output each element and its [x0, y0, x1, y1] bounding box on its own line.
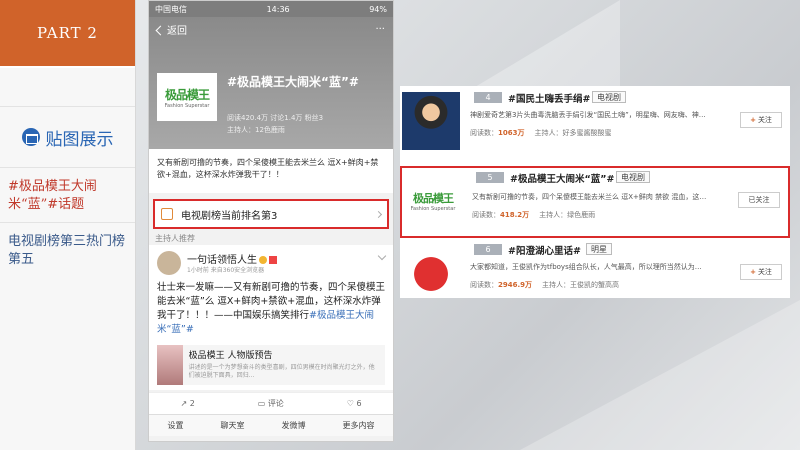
rank-label: 电视剧榜当前排名第3	[181, 210, 278, 222]
topic-meta: 阅读数：1063万 主持人：好多蜜酱酸酸蜜	[470, 129, 612, 137]
verified-icon	[259, 256, 267, 264]
bottom-tabbar: 设置 聊天室 发微博 更多内容	[149, 414, 393, 436]
post-actions: ↗ 2 ▭ 评论 ♡ 6	[149, 392, 393, 414]
category-tag: 明星	[586, 243, 612, 255]
topic-host: 主持人：12色鹿雨	[227, 126, 285, 134]
logo-main: 极品模王	[164, 87, 210, 102]
list-item[interactable]: 6 #阳澄湖心里话# 明星 大家都知道，王俊凯作为tfboys组合队长，人气最高…	[400, 242, 790, 298]
topic-meta: 阅读数：418.2万 主持人：绿色鹿雨	[472, 211, 596, 219]
topic-desc: 又有新剧可撸的节奏，四个呆傻模王能去米兰么 逗X+鲜肉 禁欲 混血，这…	[472, 193, 707, 201]
avatar[interactable]	[157, 251, 181, 275]
chevron-down-icon[interactable]	[377, 251, 387, 261]
video-thumbnail	[157, 345, 183, 385]
plus-icon: +	[750, 268, 756, 276]
repost-button[interactable]: ↗ 2	[180, 399, 194, 408]
rank-icon	[161, 208, 173, 220]
rank-number: 4	[474, 92, 502, 103]
nav-bar: 返回 ···	[149, 17, 393, 41]
plus-icon: +	[750, 116, 756, 124]
status-bar: 中国电信 14:36 94%	[149, 1, 393, 17]
more-button[interactable]: ···	[375, 24, 385, 35]
left-panel: PART 2 贴图展示 #极品模王大闹米“蓝”#话题 电视剧榜第三热门榜第五	[0, 0, 136, 450]
member-icon	[269, 256, 277, 264]
category-tag: 电视剧	[592, 91, 626, 103]
recommend-label: 主持人推荐	[155, 234, 195, 243]
topic-title[interactable]: #国民土嗨丢手绢#	[508, 91, 590, 105]
card-subtitle: 讲述的是一个为梦想奋斗的类型喜剧，四位男模在时尚聚光灯之外，他们被迫脱下面具，回…	[188, 364, 375, 379]
section-header: 贴图展示	[0, 106, 135, 168]
book-icon	[21, 128, 40, 146]
topic-text: #极品模王大闹米“蓝”#话题	[0, 168, 135, 223]
list-item[interactable]: 4 #国民土嗨丢手绢# 电视剧 神剧爱奇艺第3片头曲毒洗脑丢手绢引发“国民土嗨”…	[400, 86, 790, 156]
tab-chatroom[interactable]: 聊天室	[221, 420, 245, 431]
bg-shape	[520, 300, 800, 450]
followed-button[interactable]: 已关注	[738, 192, 780, 208]
part-label: PART 2	[0, 0, 135, 66]
comment-button[interactable]: ▭ 评论	[258, 398, 284, 409]
rank-text: 电视剧榜第三热门榜第五	[8, 234, 126, 267]
tab-post[interactable]: 发微博	[282, 420, 306, 431]
section-title: 贴图展示	[45, 129, 114, 150]
topic-title[interactable]: #阳澄湖心里话#	[508, 243, 581, 257]
topic-thumbnail	[402, 244, 460, 294]
topic-desc: 大家都知道，王俊凯作为tfboys组合队长，人气最高，所以理所当然认为…	[470, 263, 702, 271]
logo-sub: Fashion Superstar	[410, 206, 456, 212]
topic-desc: 神剧爱奇艺第3片头曲毒洗脑丢手绢引发“国民土嗨”，明星嗨、网友嗨、神…	[470, 111, 706, 119]
topic-header: 返回 ··· 极品模王 Fashion Superstar #极品模王大闹米“蓝…	[149, 17, 393, 149]
tab-more[interactable]: 更多内容	[343, 420, 375, 431]
rank-number: 5	[476, 172, 504, 183]
carrier: 中国电信	[155, 4, 187, 14]
ranking-list: 4 #国民土嗨丢手绢# 电视剧 神剧爱奇艺第3片头曲毒洗脑丢手绢引发“国民土嗨”…	[400, 86, 790, 298]
chevron-right-icon	[374, 210, 383, 218]
topic-title[interactable]: #极品模王大闹米“蓝”#	[510, 171, 614, 185]
logo-main: 极品模王	[413, 192, 454, 205]
list-item-highlighted[interactable]: 极品模王 Fashion Superstar 5 #极品模王大闹米“蓝”# 电视…	[400, 166, 790, 238]
rank-banner[interactable]: 电视剧榜当前排名第3	[153, 199, 389, 229]
topic-logo: 极品模王 Fashion Superstar	[157, 73, 217, 121]
topic-meta: 阅读数：2946.9万 主持人：王俊凯的蟹高高	[470, 281, 620, 289]
clock: 14:36	[266, 4, 290, 14]
back-label: 返回	[167, 25, 187, 37]
back-arrow-icon	[155, 25, 166, 35]
topic-thumbnail: 极品模王 Fashion Superstar	[404, 172, 462, 230]
back-button[interactable]: 返回	[155, 22, 187, 37]
topic-stats: 阅读420.4万 讨论1.4万 粉丝3	[227, 114, 324, 122]
follow-button[interactable]: + 关注	[740, 264, 782, 280]
post: 一句话领悟人生 1小时前 来自360安全浏览器 壮士来一发嘛——又有新剧可撸的节…	[149, 245, 393, 390]
phone-screen: 中国电信 14:36 94% 返回 ··· 极品模王 Fashion Super…	[148, 0, 394, 442]
card-title: 极品模王 人物版预告	[188, 351, 273, 361]
topic-thumbnail	[402, 92, 460, 150]
like-button[interactable]: ♡ 6	[347, 399, 362, 408]
category-tag: 电视剧	[616, 171, 650, 183]
tab-settings[interactable]: 设置	[168, 420, 184, 431]
topic-description: 又有新剧可撸的节奏，四个呆傻模王能去米兰么 逗X+鲜肉+禁欲+混血，这杯深水炸弹…	[149, 149, 393, 193]
logo-sub: Fashion Superstar	[164, 102, 210, 109]
video-card[interactable]: 极品模王 人物版预告 讲述的是一个为梦想奋斗的类型喜剧，四位男模在时尚聚光灯之外…	[157, 345, 385, 385]
rank-number: 6	[474, 244, 502, 255]
topic-title: #极品模王大闹米“蓝”#	[227, 75, 359, 89]
post-time: 1小时前 来自360安全浏览器	[187, 267, 265, 274]
battery: 94%	[369, 4, 387, 14]
post-text: 壮士来一发嘛——又有新剧可撸的节奏，四个呆傻模王能去米“蓝”么 逗X+鲜肉+禁欲…	[157, 282, 386, 335]
post-user[interactable]: 一句话领悟人生	[187, 251, 277, 266]
follow-button[interactable]: + 关注	[740, 112, 782, 128]
